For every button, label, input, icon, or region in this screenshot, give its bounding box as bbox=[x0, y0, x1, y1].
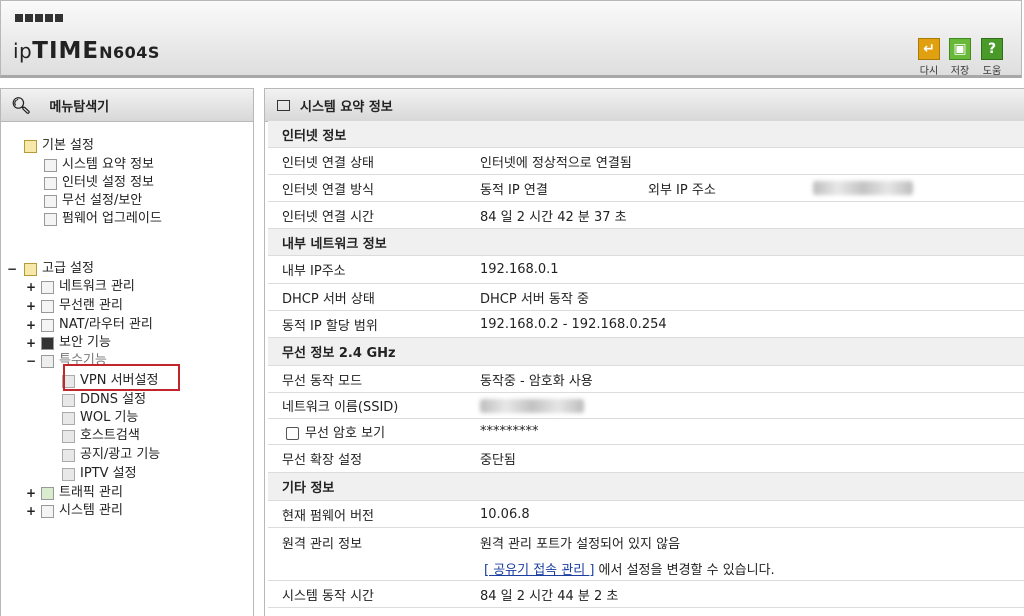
expand-toggle-icon[interactable]: + bbox=[26, 278, 36, 296]
tree-item-nat-router[interactable]: + NAT/라우터 관리 bbox=[26, 316, 153, 334]
tree-item-system-summary[interactable]: 시스템 요약 정보 bbox=[44, 156, 154, 174]
network-icon bbox=[41, 280, 54, 294]
tree-item-firmware-upgrade[interactable]: 펌웨어 업그레이드 bbox=[44, 210, 162, 228]
row-dhcp-range: 동적 IP 할당 범위 192.168.0.2 - 192.168.0.254 bbox=[268, 311, 1024, 338]
menu-explorer-title: 메뉴탐색기 bbox=[49, 99, 110, 115]
tree-item-wol[interactable]: WOL 기능 bbox=[62, 409, 138, 427]
tree-item-ddns[interactable]: DDNS 설정 bbox=[62, 391, 146, 409]
page-title: 시스템 요약 정보 bbox=[300, 99, 393, 115]
tree-item-notice-ad[interactable]: 공지/광고 기능 bbox=[62, 446, 160, 464]
section-internet: 인터넷 정보 bbox=[268, 121, 1024, 148]
redacted-ssid bbox=[480, 398, 584, 413]
undo-icon: ↵ bbox=[918, 38, 940, 60]
lock-icon bbox=[41, 336, 54, 350]
redacted-external-ip bbox=[813, 181, 913, 195]
collapse-toggle-icon[interactable]: − bbox=[7, 260, 17, 278]
row-ssid: 네트워크 이름(SSID) bbox=[268, 393, 1024, 419]
window-icon bbox=[277, 99, 290, 111]
expand-toggle-icon[interactable]: + bbox=[26, 484, 36, 502]
network-page-icon bbox=[44, 176, 57, 190]
row-lan-ip: 내부 IP주소 192.168.0.1 bbox=[268, 256, 1024, 284]
folder-icon bbox=[41, 354, 54, 368]
tree-item-host-search[interactable]: 호스트검색 bbox=[62, 427, 140, 445]
tree-item-system-management[interactable]: + 시스템 관리 bbox=[26, 502, 123, 520]
row-internet-method: 인터넷 연결 방식 동적 IP 연결 외부 IP 주소 bbox=[268, 175, 1024, 202]
brand-logo: ipTIMEN604S bbox=[13, 38, 160, 64]
folder-icon bbox=[24, 262, 37, 276]
panel-header: 시스템 요약 정보 bbox=[265, 89, 1024, 122]
tree-item-internet-settings[interactable]: 인터넷 설정 정보 bbox=[44, 174, 154, 192]
row-internet-time: 인터넷 연결 시간 84 일 2 시간 42 분 37 초 bbox=[268, 202, 1024, 229]
row-dhcp-status: DHCP 서버 상태 DHCP 서버 동작 중 bbox=[268, 284, 1024, 311]
highlight-box bbox=[63, 364, 180, 391]
row-internet-status: 인터넷 연결 상태 인터넷에 정상적으로 연결됨 bbox=[268, 148, 1024, 175]
tree-item-network-management[interactable]: + 네트워크 관리 bbox=[26, 278, 135, 296]
undo-button[interactable]: ↵ 다시 bbox=[916, 38, 942, 77]
expand-toggle-icon[interactable]: + bbox=[26, 297, 36, 315]
tree-item-traffic-management[interactable]: + 트래픽 관리 bbox=[26, 484, 123, 502]
section-wireless: 무선 정보 2.4 GHz bbox=[268, 338, 1024, 366]
section-lan: 내부 네트워크 정보 bbox=[268, 229, 1024, 256]
show-password-checkbox[interactable] bbox=[286, 427, 299, 440]
expand-toggle-icon[interactable]: + bbox=[26, 502, 36, 520]
page-icon bbox=[62, 393, 75, 407]
row-system-uptime: 시스템 동작 시간 84 일 2 시간 44 분 2 초 bbox=[268, 581, 1024, 608]
tree-item-security[interactable]: + 보안 기능 bbox=[26, 334, 111, 352]
folder-icon bbox=[24, 139, 37, 153]
collapse-toggle-icon[interactable]: − bbox=[26, 352, 36, 370]
tree-basic-settings[interactable]: 기본 설정 bbox=[24, 137, 94, 155]
tree-item-wlan-management[interactable]: + 무선랜 관리 bbox=[26, 297, 123, 315]
page-icon bbox=[62, 467, 75, 481]
page-icon bbox=[62, 429, 75, 443]
row-wireless-password: 무선 암호 보기 ********* bbox=[268, 419, 1024, 445]
logo-mark-icon bbox=[15, 14, 63, 22]
row-remote-management: 원격 관리 정보 원격 관리 포트가 설정되어 있지 않음 [ 공유기 접속 관… bbox=[268, 528, 1024, 581]
wireless-icon bbox=[41, 299, 54, 313]
router-access-management-link[interactable]: [ 공유기 접속 관리 ] bbox=[484, 563, 594, 578]
chart-icon bbox=[41, 504, 54, 518]
section-other: 기타 정보 bbox=[268, 473, 1024, 501]
upgrade-page-icon bbox=[44, 212, 57, 226]
top-header-bar: ipTIMEN604S ↵ 다시 ▣ 저장 ? 도움 bbox=[0, 0, 1022, 78]
save-button[interactable]: ▣ 저장 bbox=[947, 38, 973, 77]
chart-page-icon bbox=[44, 158, 57, 172]
tree-item-iptv[interactable]: IPTV 설정 bbox=[62, 465, 137, 483]
wireless-page-icon bbox=[44, 194, 57, 208]
row-wireless-mode: 무선 동작 모드 동작중 - 암호화 사용 bbox=[268, 366, 1024, 393]
save-icon: ▣ bbox=[949, 38, 971, 60]
mail-icon bbox=[41, 486, 54, 500]
row-wireless-extension: 무선 확장 설정 중단됨 bbox=[268, 445, 1024, 473]
tree-item-wireless-security[interactable]: 무선 설정/보안 bbox=[44, 192, 142, 210]
row-firmware: 현재 펌웨어 버전 10.06.8 bbox=[268, 501, 1024, 528]
magnifier-icon: 🔍︎ bbox=[11, 95, 32, 115]
expand-toggle-icon[interactable]: + bbox=[26, 316, 36, 334]
menu-explorer-header: 🔍︎ 메뉴탐색기 bbox=[1, 89, 253, 122]
tree-advanced-settings[interactable]: − 고급 설정 bbox=[7, 260, 94, 278]
expand-toggle-icon[interactable]: + bbox=[26, 334, 36, 352]
page-icon bbox=[62, 448, 75, 462]
help-icon: ? bbox=[981, 38, 1003, 60]
help-button[interactable]: ? 도움 bbox=[979, 38, 1005, 77]
router-icon bbox=[41, 318, 54, 332]
page-icon bbox=[62, 411, 75, 425]
